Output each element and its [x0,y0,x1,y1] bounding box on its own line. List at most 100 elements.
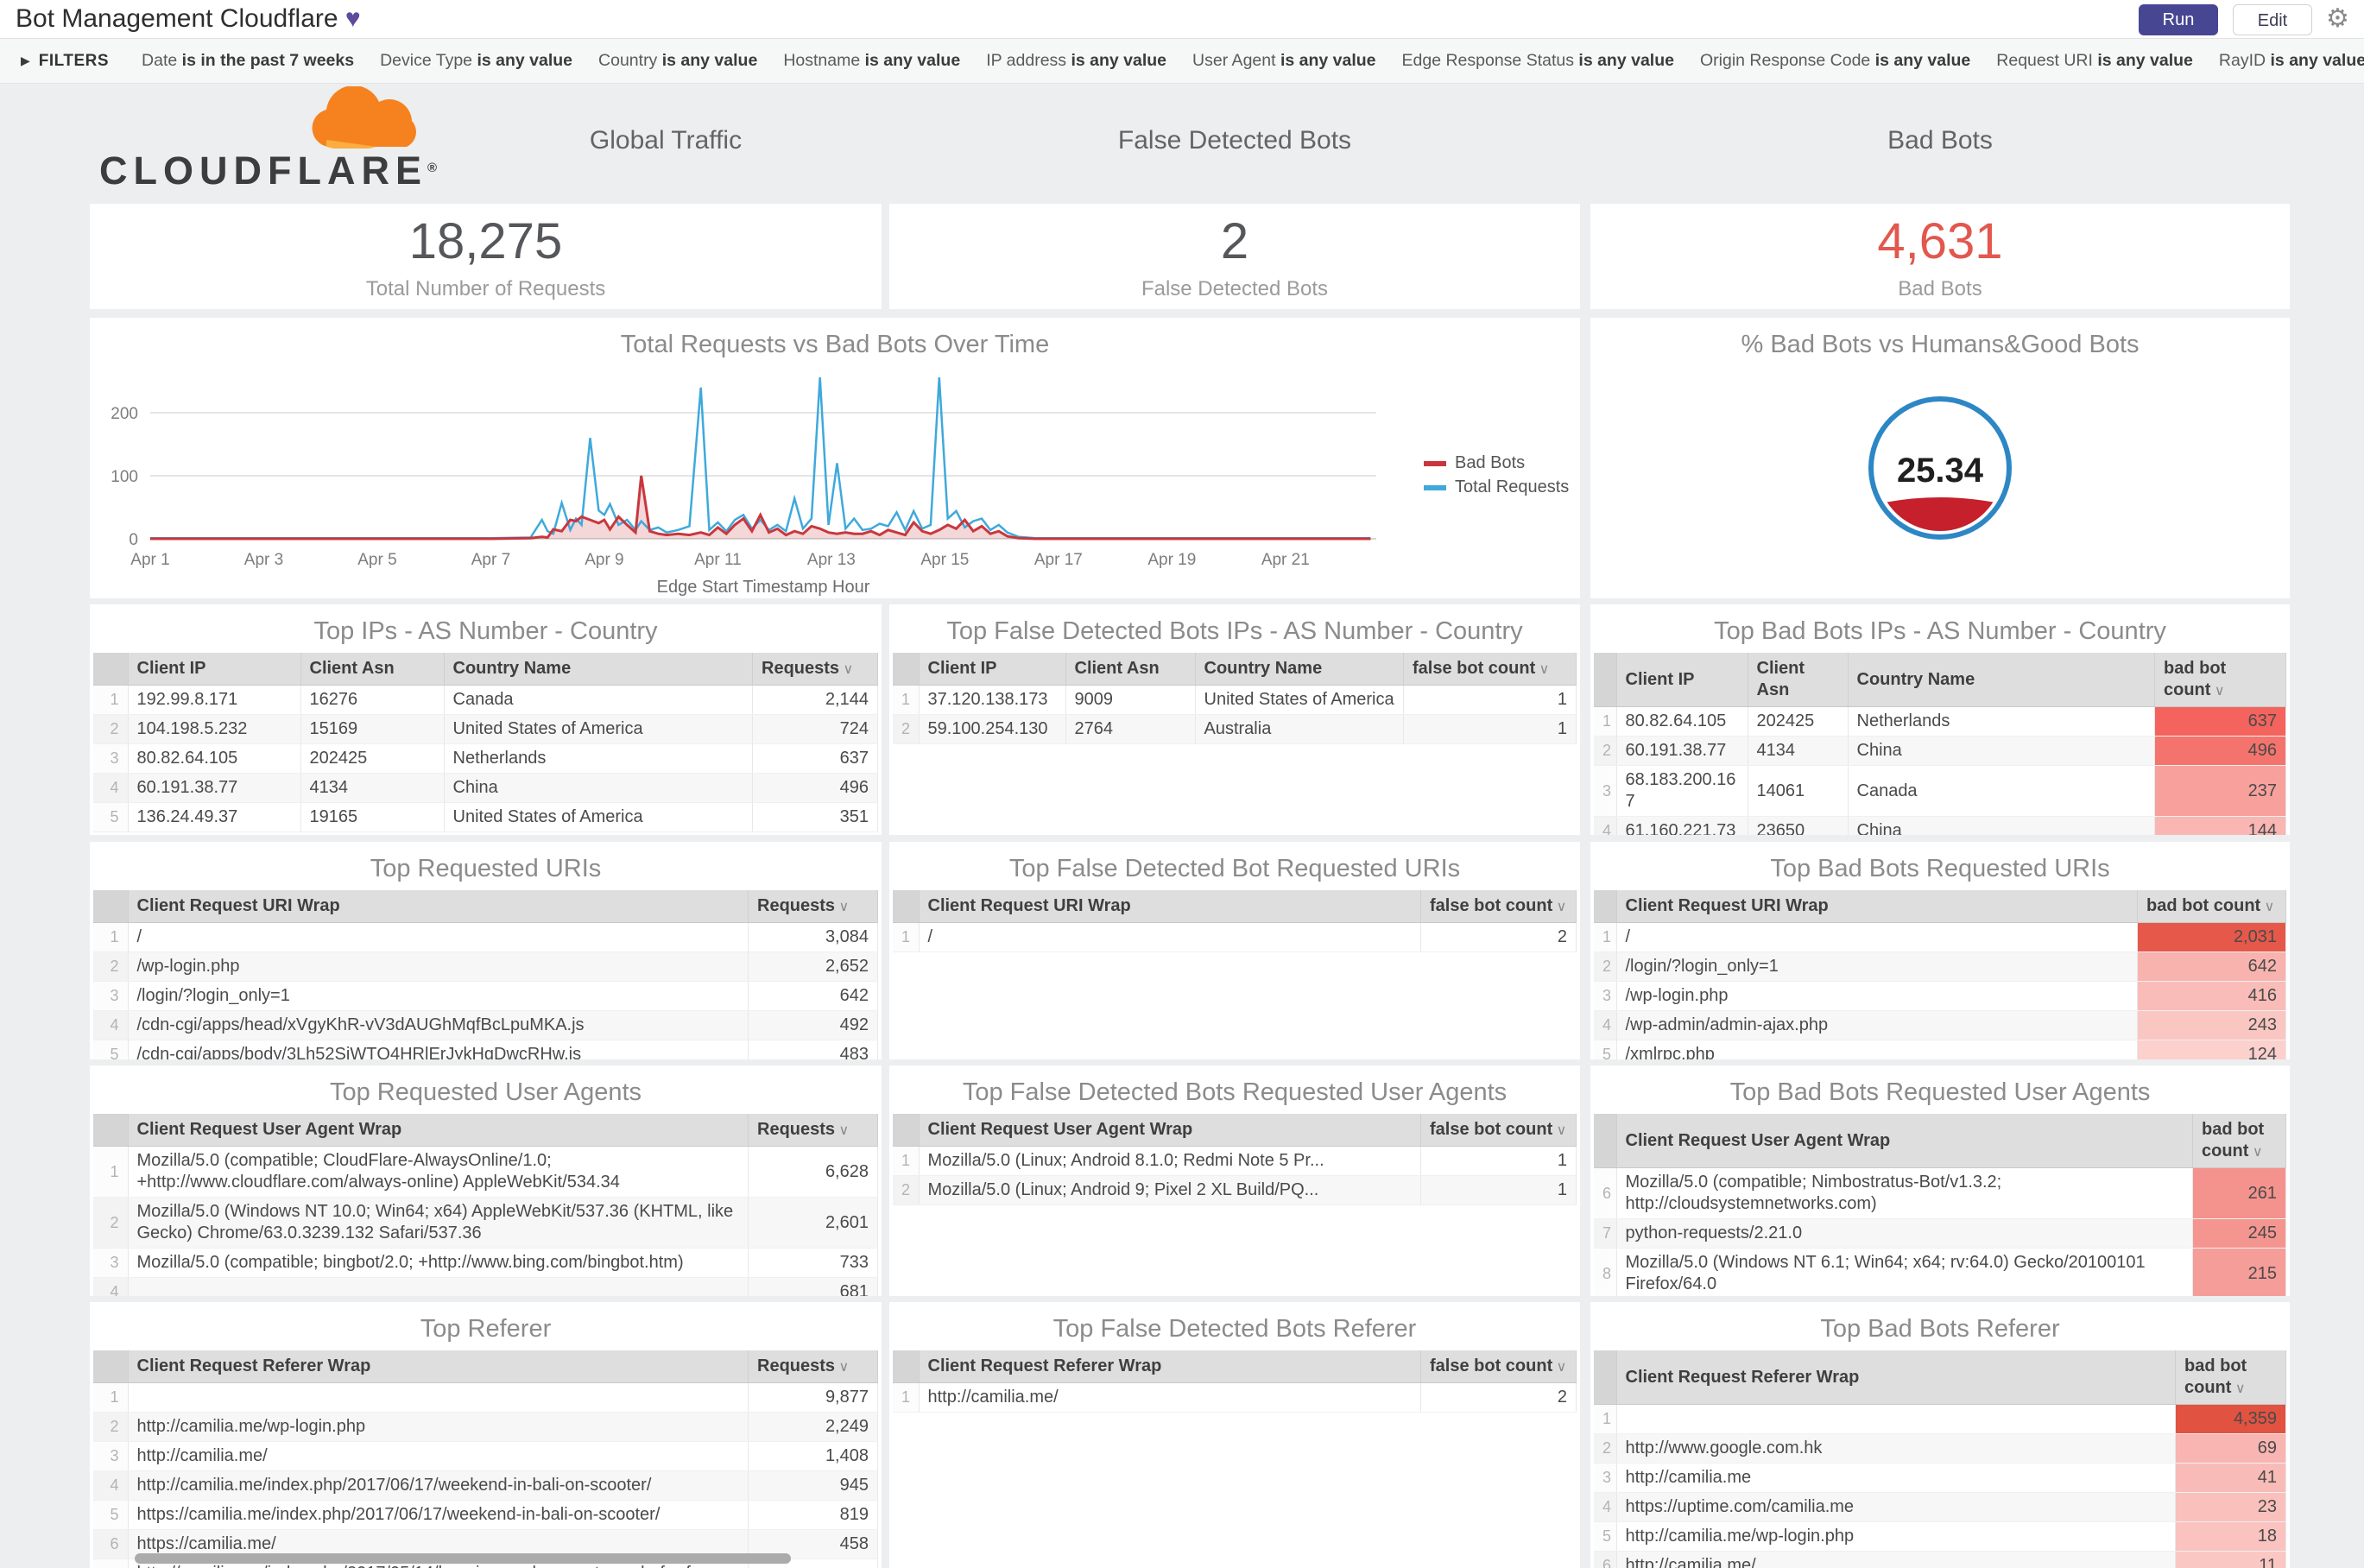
row-number: 2 [893,714,920,744]
kpi-label-total-requests: Total Number of Requests [365,277,606,300]
column-header-country-name[interactable]: Country Name [1195,653,1404,686]
x-axis-tick: Apr 15 [920,551,969,569]
row-number: 3 [1594,765,1617,817]
filter-value: is any value [661,51,758,70]
cell: 637 [2154,706,2286,737]
table-row: 2 http://camilia.me/wp-login.php 2,249 [93,1412,878,1442]
filter-item-origin-response-code[interactable]: Origin Response Code is any value [1700,51,1970,70]
table-title: Top IPs - AS Number - Country [313,617,658,645]
column-header-client-request-uri-wrap[interactable]: Client Request URI Wrap [1616,890,2138,923]
row-number: 1 [93,1146,129,1198]
column-header-false-bot-count[interactable]: false bot count ∨ [1420,1350,1577,1383]
filters-label[interactable]: FILTERS [39,52,109,71]
column-header-bad-bot-count[interactable]: bad bot count ∨ [2137,890,2286,923]
cell: 243 [2137,1010,2286,1040]
cell: 60.191.38.77 [1616,736,1748,766]
column-header-client-request-user-agent-wrap[interactable]: Client Request User Agent Wrap [919,1114,1421,1147]
column-header-client-ip[interactable]: Client IP [1616,653,1748,707]
table-row: 3/wp-login.php 416 [1594,981,2286,1011]
filter-item-date[interactable]: Date is in the past 7 weeks [142,51,354,70]
row-number: 6 [93,1529,129,1559]
page-title-text: Bot Management Cloudflare [16,4,338,33]
table-row: 1 80.82.64.105 202425 Netherlands 637 [1594,706,2286,737]
registered-mark: ® [427,161,438,175]
column-header-client-ip[interactable]: Client IP [128,653,301,686]
filter-item-ip-address[interactable]: IP address is any value [986,51,1166,70]
column-header-bad-bot-count[interactable]: bad bot count ∨ [2175,1350,2286,1405]
column-header-country-name[interactable]: Country Name [444,653,753,686]
column-header-client-asn[interactable]: Client Asn [1065,653,1196,686]
filter-item-rayid[interactable]: RayID is any value [2219,51,2364,70]
top-ips-table: Client IP Client Asn Country Name Requests … [90,653,882,832]
cell: /xmlrpc.php [1616,1040,2138,1059]
cell: http://camilia.me/wp-login.php [128,1412,749,1442]
column-header-false-bot-count[interactable]: false bot count ∨ [1403,653,1577,686]
false-bots-referer-table: Client Request Referer Wrap false bot cou… [889,1350,1580,1413]
row-number: 4 [93,773,129,803]
horizontal-scrollbar-thumb[interactable] [135,1553,791,1564]
row-number: 2 [1594,736,1617,766]
filter-item-device-type[interactable]: Device Type is any value [380,51,572,70]
sort-desc-icon: ∨ [2248,1145,2263,1160]
table-row: 1/2 [893,922,1577,952]
column-header-client-asn[interactable]: Client Asn [1748,653,1849,707]
x-axis-tick: Apr 19 [1147,551,1196,569]
y-axis-tick: 100 [111,468,138,486]
table-row: 2/wp-login.php 2,652 [93,952,878,982]
legend-item-bad-bots[interactable]: Bad Bots [1424,453,1525,472]
column-header-client-request-uri-wrap[interactable]: Client Request URI Wrap [128,890,749,923]
table-row: 4 http://camilia.me/index.php/2017/06/17/… [93,1470,878,1501]
cell: /cdn-cgi/apps/head/xVgyKhR-vV3dAUGhMqfBc… [128,1010,749,1040]
table-row: 2 59.100.254.130 2764 Australia 1 [893,714,1577,744]
cell: 642 [748,981,878,1011]
column-header-bad-bot-count[interactable]: bad bot count ∨ [2192,1114,2286,1168]
column-header-requests[interactable]: Requests ∨ [748,1114,878,1147]
filter-item-user-agent[interactable]: User Agent is any value [1192,51,1375,70]
cell: 41 [2175,1463,2286,1493]
cell: 9009 [1065,685,1196,715]
column-header-client-request-uri-wrap[interactable]: Client Request URI Wrap [919,890,1421,923]
table-row: 7 python-requests/2.21.0 245 [1594,1218,2286,1249]
row-number: 1 [893,922,920,952]
table-row: 3 80.82.64.105 202425 Netherlands 637 [93,743,878,774]
column-header-client-request-referer-wrap[interactable]: Client Request Referer Wrap [919,1350,1421,1383]
gear-icon[interactable]: ⚙ [2326,2,2349,36]
column-header-requests[interactable]: Requests ∨ [748,890,878,923]
filters-expand-icon[interactable]: ▶ [21,54,30,68]
column-header-bad-bot-count[interactable]: bad bot count ∨ [2154,653,2286,707]
filter-item-edge-response-status[interactable]: Edge Response Status is any value [1402,51,1674,70]
column-header-false-bot-count[interactable]: false bot count ∨ [1420,1114,1577,1147]
filter-field: IP address [986,51,1071,70]
run-button[interactable]: Run [2139,4,2218,35]
cell: 1 [1403,685,1577,715]
table-row: 1 4,359 [1594,1404,2286,1434]
cell: http://camilia.me [1616,1463,2176,1493]
table-row: 4/wp-admin/admin-ajax.php 243 [1594,1010,2286,1040]
column-header-country-name[interactable]: Country Name [1848,653,2155,707]
edit-button[interactable]: Edit [2233,4,2312,35]
column-header-client-request-referer-wrap[interactable]: Client Request Referer Wrap [128,1350,749,1383]
column-header-client-request-user-agent-wrap[interactable]: Client Request User Agent Wrap [1616,1114,2193,1168]
column-header-requests[interactable]: Requests ∨ [752,653,878,686]
filter-field: Edge Response Status [1401,51,1579,70]
legend-item-total-requests[interactable]: Total Requests [1424,477,1569,496]
column-header-requests[interactable]: Requests ∨ [748,1350,878,1383]
column-header-client-asn[interactable]: Client Asn [300,653,445,686]
column-header-client-request-user-agent-wrap[interactable]: Client Request User Agent Wrap [128,1114,749,1147]
filter-item-country[interactable]: Country is any value [598,51,757,70]
column-header-client-request-referer-wrap[interactable]: Client Request Referer Wrap [1616,1350,2176,1405]
gauge-title: % Bad Bots vs Humans&Good Bots [1741,331,2140,358]
filter-item-request-uri[interactable]: Request URI is any value [1996,51,2193,70]
column-header-client-ip[interactable]: Client IP [919,653,1066,686]
table-title: Top Bad Bots Requested User Agents [1729,1078,2151,1106]
column-header-false-bot-count[interactable]: false bot count ∨ [1420,890,1577,923]
filter-item-hostname[interactable]: Hostname is any value [783,51,960,70]
cell: 637 [752,743,878,774]
cell: 416 [2137,981,2286,1011]
cell: 496 [752,773,878,803]
gauge-card-bad-bots-percent: % Bad Bots vs Humans&Good Bots 25.34 [1590,318,2290,598]
row-number: 1 [1594,922,1617,952]
data-table: Client Request Referer Wrap Requests ∨ 1 9,… [93,1350,878,1568]
kpi-value-bad-bots: 4,631 [1877,213,2003,269]
cell: 351 [752,802,878,832]
